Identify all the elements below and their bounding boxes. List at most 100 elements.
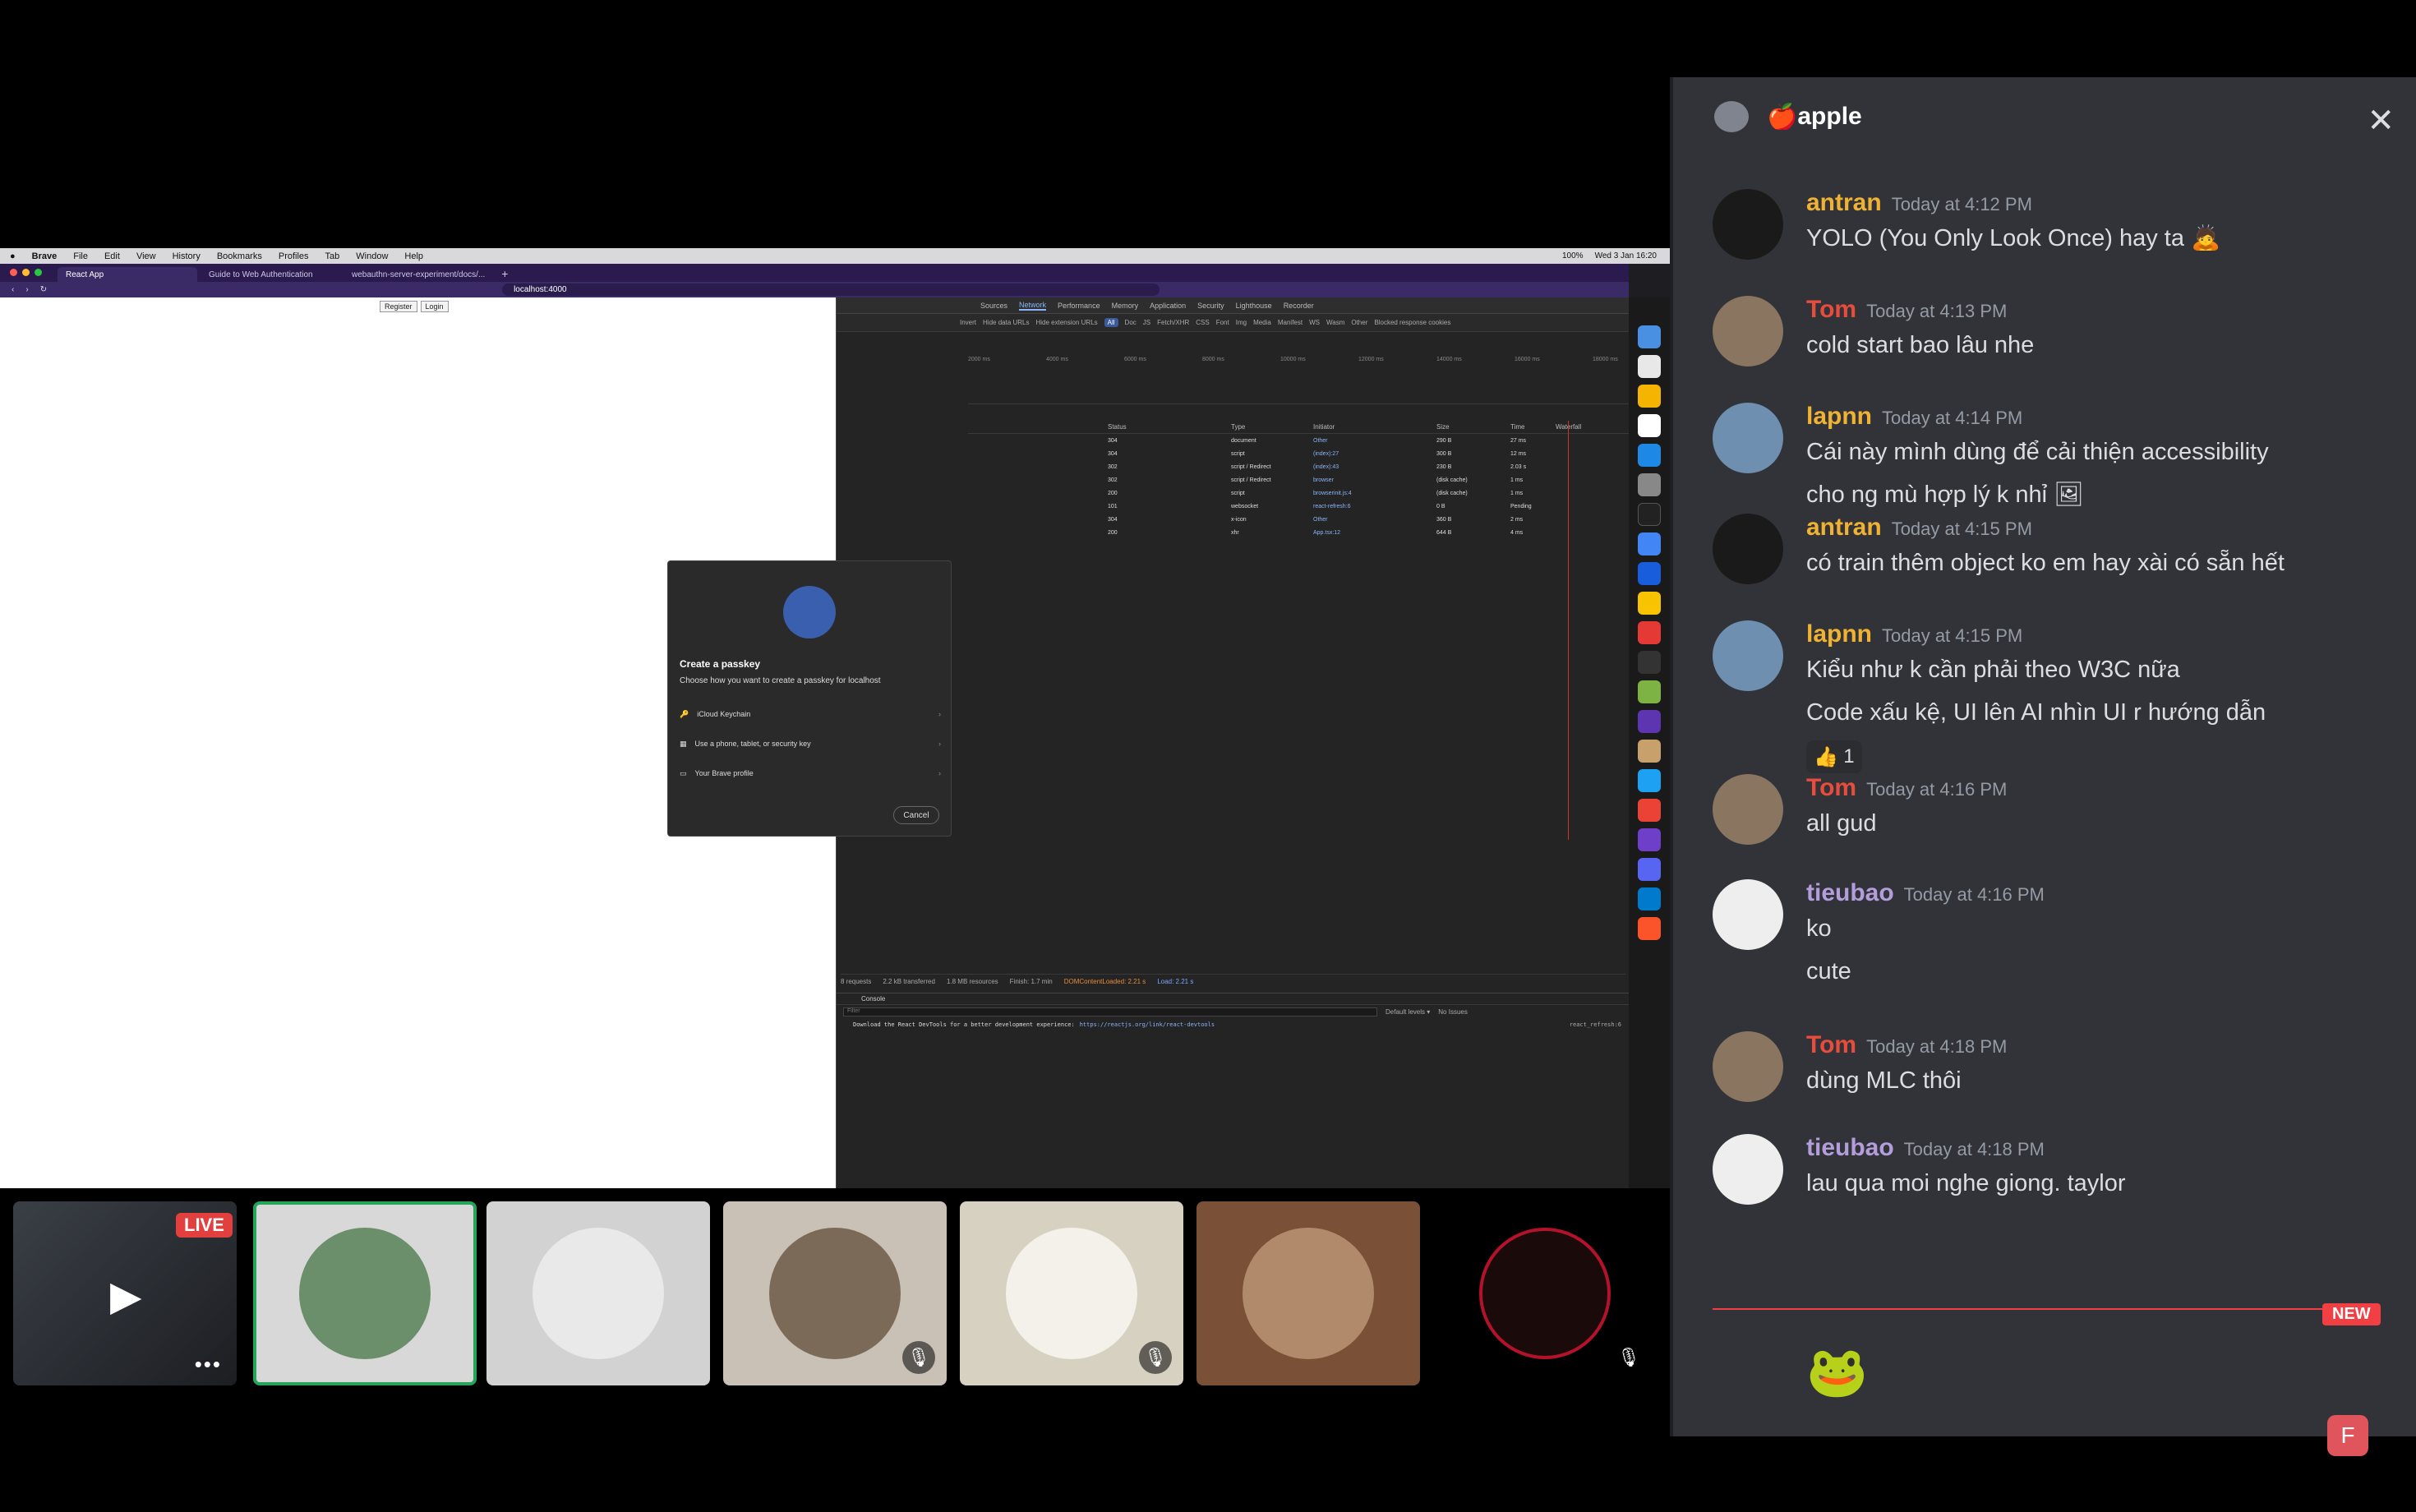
cell-type: websocket — [1231, 503, 1259, 509]
user-avatar[interactable] — [1713, 620, 1783, 691]
dock-app-icon — [1638, 887, 1661, 910]
forward-icon: › — [25, 285, 29, 294]
summary-load: Load: 2.21 s — [1157, 978, 1194, 985]
user-avatar[interactable] — [1713, 514, 1783, 584]
username[interactable]: Tom — [1806, 1031, 1856, 1059]
profile-icon: ▭ — [680, 768, 687, 777]
login-button: Login — [420, 301, 449, 312]
username[interactable]: lapnn — [1806, 403, 1872, 431]
timestamp: Today at 4:12 PM — [1891, 194, 2032, 214]
participant-tile[interactable] — [253, 1201, 477, 1385]
menu-edit: Edit — [104, 251, 120, 261]
user-avatar[interactable] — [1713, 774, 1783, 845]
user-avatar[interactable] — [1713, 1134, 1783, 1205]
cell-size: 290 B — [1436, 437, 1452, 444]
message-header: Tom Today at 4:16 PM — [1806, 774, 2007, 802]
mac-menubar: ● Brave File Edit View History Bookmarks… — [0, 248, 1670, 264]
devtools-tab-sources: Sources — [980, 301, 1008, 310]
participant-avatar — [1479, 1228, 1611, 1359]
stream-preview-tile[interactable]: LIVE ▶ ••• — [13, 1201, 237, 1385]
option-brave-profile: ▭ Your Brave profile › — [680, 760, 941, 786]
summary-requests: 8 requests — [841, 978, 872, 985]
message-text: ko — [1806, 915, 1832, 942]
username[interactable]: tieubao — [1806, 879, 1894, 907]
participant-tile[interactable]: 🎙 — [960, 1201, 1183, 1385]
dock-app-icon — [1638, 710, 1661, 733]
dock-app-icon — [1638, 444, 1661, 467]
dock-app-icon — [1638, 592, 1661, 615]
filter-invert: Invert — [960, 319, 977, 326]
username[interactable]: lapnn — [1806, 620, 1872, 648]
app-fab-icon[interactable]: F — [2327, 1415, 2368, 1456]
participant-avatar — [1006, 1228, 1137, 1359]
close-icon[interactable]: ✕ — [2367, 102, 2395, 140]
participant-tile[interactable]: 🎙 — [723, 1201, 947, 1385]
cell-initiator: App.tsx:12 — [1313, 529, 1341, 536]
username[interactable]: antran — [1806, 514, 1882, 542]
close-dot-icon — [10, 269, 17, 276]
chevron-right-icon: › — [938, 740, 941, 748]
username[interactable]: Tom — [1806, 774, 1856, 802]
cell-initiator: browser — [1313, 477, 1334, 483]
devtools-tab-lighthouse: Lighthouse — [1235, 301, 1272, 310]
filter-hide-ext: Hide extension URLs — [1035, 319, 1098, 326]
message-header: lapnn Today at 4:14 PM — [1806, 403, 2022, 431]
network-timeline: 2000 ms 4000 ms 6000 ms 8000 ms 10000 ms… — [968, 355, 1630, 404]
dock-app-icon — [1638, 917, 1661, 940]
passkey-subtitle: Choose how you want to create a passkey … — [680, 676, 881, 685]
username[interactable]: Tom — [1806, 296, 1856, 324]
cell-status: 101 — [1108, 503, 1118, 509]
dock-app-icon — [1638, 414, 1661, 437]
user-avatar[interactable] — [1713, 879, 1783, 950]
filter-chip-ws: WS — [1309, 319, 1320, 326]
dock-app-icon — [1638, 355, 1661, 378]
participant-tile[interactable]: 🎙 — [1433, 1201, 1657, 1385]
new-messages-divider — [1713, 1308, 2362, 1310]
more-options-icon[interactable]: ••• — [195, 1352, 222, 1377]
col-type: Type — [1231, 423, 1246, 431]
app-dock — [1629, 297, 1670, 1188]
network-row: 302 script / Redirect (index):43 230 B 2.03 … — [968, 460, 1630, 473]
message-text: cold start bao lâu nhe — [1806, 332, 2035, 358]
filter-chip-font: Font — [1215, 319, 1229, 326]
cell-time: 2 ms — [1510, 516, 1524, 523]
filter-chip-media: Media — [1253, 319, 1271, 326]
network-table: Status Type Initiator Size Time Waterfal… — [968, 421, 1630, 881]
timeline-tick: 6000 ms — [1124, 357, 1146, 362]
network-row: 101 websocket react-refresh:6 0 B Pending — [968, 500, 1630, 513]
participant-tile[interactable] — [486, 1201, 710, 1385]
network-row: 304 script (index):27 300 B 12 ms — [968, 447, 1630, 460]
cell-size: 644 B — [1436, 529, 1452, 536]
filter-chip-doc: Doc — [1124, 319, 1137, 326]
option-icloud-keychain: 🔑 iCloud Keychain › — [680, 701, 941, 727]
tab-github: webauthn-server-experiment/docs/... — [352, 270, 486, 279]
screen-share[interactable]: ● Brave File Edit View History Bookmarks… — [0, 248, 1670, 1188]
message-text: Code xấu kệ, UI lên AI nhìn UI r hướng d… — [1806, 699, 2266, 726]
reaction-button[interactable]: 👍 1 — [1806, 740, 1862, 773]
dock-app-icon — [1638, 621, 1661, 644]
message-text: Cái này mình dùng để cải thiện accessibi… — [1806, 439, 2269, 465]
devtools-tab-network: Network — [1019, 300, 1047, 311]
passkey-icon — [783, 586, 836, 638]
muted-mic-icon: 🎙 — [902, 1341, 935, 1374]
load-marker — [1568, 421, 1569, 840]
console-source: react_refresh:6 — [1569, 1021, 1621, 1028]
message-header: tieubao Today at 4:18 PM — [1806, 1134, 2045, 1162]
username[interactable]: antran — [1806, 189, 1882, 217]
participant-tile[interactable] — [1196, 1201, 1420, 1385]
dock-app-icon — [1638, 769, 1661, 792]
console-levels: Default levels ▾ — [1386, 1007, 1431, 1016]
timeline-tick: 14000 ms — [1436, 357, 1462, 362]
user-avatar[interactable] — [1713, 1031, 1783, 1102]
username[interactable]: tieubao — [1806, 1134, 1894, 1162]
user-avatar[interactable] — [1713, 189, 1783, 260]
col-initiator: Initiator — [1313, 423, 1335, 431]
timestamp: Today at 4:14 PM — [1882, 408, 2023, 428]
user-avatar[interactable] — [1713, 296, 1783, 366]
col-size: Size — [1436, 423, 1450, 431]
user-avatar[interactable] — [1713, 403, 1783, 473]
new-tab-icon: + — [501, 267, 509, 280]
dock-app-icon — [1638, 532, 1661, 555]
col-time: Time — [1510, 423, 1525, 431]
cell-size: 360 B — [1436, 516, 1452, 523]
